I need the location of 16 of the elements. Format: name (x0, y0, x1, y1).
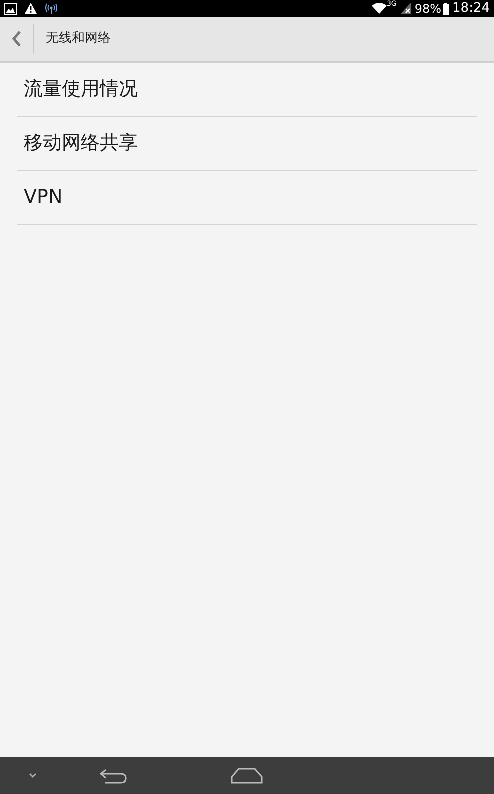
home-icon[interactable] (231, 768, 263, 784)
page-title: 无线和网络 (46, 30, 111, 48)
menu-item[interactable]: 移动网络共享 (24, 129, 138, 158)
battery-percent: 98% (414, 2, 442, 14)
back-icon (12, 31, 22, 47)
back-arrow-icon[interactable] (99, 768, 127, 784)
signal-icon (400, 3, 411, 14)
clock: 18:24 (452, 2, 490, 15)
menu-item[interactable]: VPN (24, 183, 63, 212)
broadcast-icon (45, 3, 58, 14)
image-icon (4, 2, 17, 14)
battery-icon (442, 2, 449, 14)
chevron-down-icon[interactable] (29, 772, 37, 778)
warning-icon (25, 3, 37, 14)
wifi-icon (372, 3, 387, 14)
menu-item[interactable]: 流量使用情况 (24, 75, 138, 104)
